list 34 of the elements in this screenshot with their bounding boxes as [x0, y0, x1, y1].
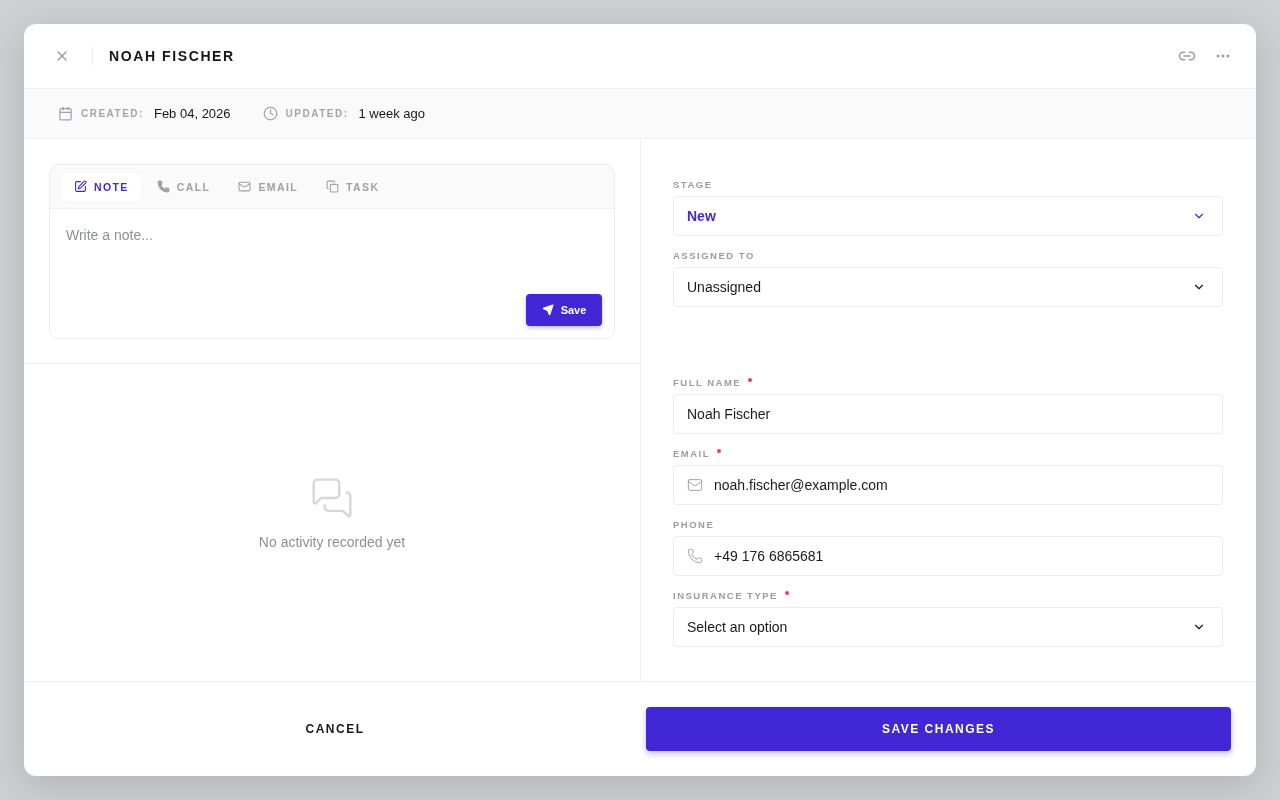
empty-message: No activity recorded yet — [258, 533, 406, 550]
clipboard-icon — [326, 180, 340, 193]
more-icon — [1216, 54, 1230, 58]
cancel-button[interactable]: CANCEL — [24, 721, 646, 737]
composer-tab[interactable]: NOTE — [62, 172, 141, 201]
calendar-icon — [58, 106, 73, 121]
input-field[interactable]: Noah Fischer — [673, 394, 1223, 434]
field-label: STAGE — [673, 179, 713, 190]
field-label: PHONE — [673, 519, 715, 530]
input-field[interactable]: +49 176 6865681 — [673, 536, 1223, 576]
pencil-icon — [74, 180, 87, 193]
meta-label: UPDATED: — [285, 108, 349, 119]
more-button[interactable] — [1216, 54, 1230, 58]
envelope-icon — [687, 477, 703, 493]
field-label: ASSIGNED TO — [673, 250, 755, 261]
meta-label: CREATED: — [81, 108, 144, 119]
field-label: EMAIL — [673, 448, 711, 459]
field-label: INSURANCE TYPE — [673, 590, 778, 601]
select-field[interactable]: New — [673, 196, 1223, 236]
meta-value: Feb 04, 2026 — [153, 106, 231, 121]
phone-icon — [156, 180, 170, 193]
select-field[interactable]: Unassigned — [673, 267, 1223, 307]
field-label: FULL NAME — [673, 377, 742, 388]
modal-title: NOAH FISCHER — [109, 48, 236, 64]
envelope-icon — [238, 180, 252, 193]
save-note-button[interactable]: Save — [526, 294, 602, 326]
select-field[interactable]: Select an option — [673, 607, 1223, 647]
send-icon — [541, 304, 554, 316]
clock-icon — [262, 106, 278, 121]
phone-icon — [687, 548, 703, 564]
input-field[interactable]: noah.fischer@example.com — [673, 465, 1223, 505]
chat-bubbles-icon — [310, 475, 354, 520]
meta-value: 1 week ago — [358, 106, 425, 121]
save-changes-button[interactable]: SAVE CHANGES — [646, 707, 1231, 751]
